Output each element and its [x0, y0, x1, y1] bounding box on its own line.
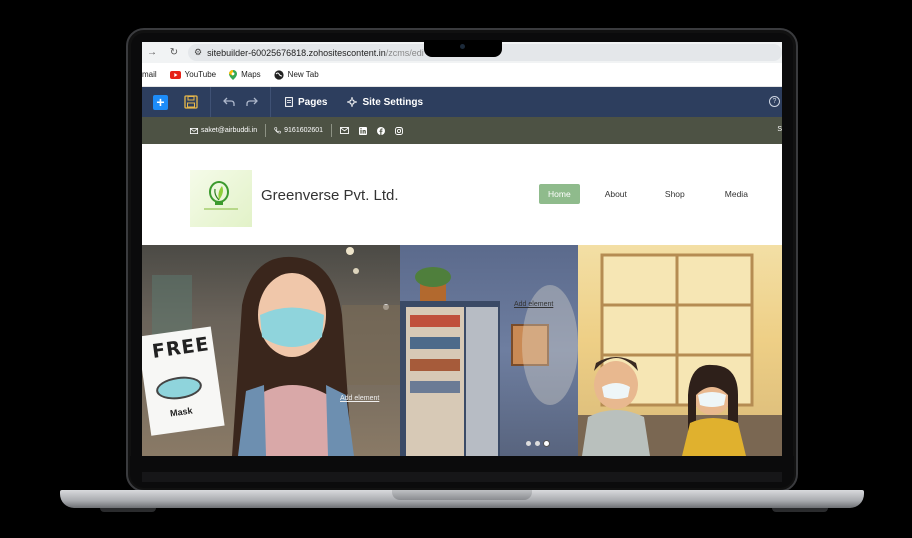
maps-icon — [229, 69, 238, 80]
bookmark-label: New Tab — [287, 70, 319, 79]
contact-phone[interactable]: 9161602601 — [274, 127, 323, 134]
nav-about[interactable]: About — [596, 184, 636, 204]
hero-slideshow[interactable]: FREE Mask Add element Add element — [142, 245, 782, 456]
linkedin-icon[interactable] — [359, 126, 368, 135]
bookmarks-bar: mail YouTube Maps New Tab — [142, 63, 782, 87]
globe-icon — [274, 69, 284, 80]
youtube-icon — [169, 70, 181, 79]
camera-notch — [424, 40, 502, 57]
bookmark-label: YouTube — [184, 70, 217, 79]
save-icon[interactable] — [184, 95, 198, 109]
facebook-icon[interactable] — [377, 126, 386, 135]
laptop-mockup: → ↻ ⚙ sitebuilder-60025676818.zohositesc… — [0, 0, 912, 538]
nav-truncated[interactable]: T — [775, 184, 782, 204]
bookmark-mail[interactable]: mail — [142, 70, 157, 79]
page-icon — [285, 97, 293, 107]
add-element-link[interactable]: Add element — [514, 301, 553, 308]
undo-icon[interactable] — [223, 97, 235, 107]
bookmark-label: mail — [142, 70, 157, 79]
reload-icon[interactable]: ↻ — [168, 47, 180, 58]
site-header: Greenverse Pvt. Ltd. Home About Shop Med… — [142, 144, 782, 245]
nav-media[interactable]: Media — [716, 184, 757, 204]
company-name[interactable]: Greenverse Pvt. Ltd. — [261, 187, 399, 204]
site-settings-menu[interactable]: Site Settings — [347, 97, 423, 108]
pages-menu[interactable]: Pages — [285, 97, 327, 108]
add-element-button[interactable]: + — [153, 94, 168, 110]
social-links — [340, 126, 413, 135]
nav-home[interactable]: Home — [539, 184, 580, 204]
hero-image-room: Add element — [400, 245, 578, 456]
laptop-foot-left — [100, 508, 156, 512]
laptop-foot-right — [772, 508, 828, 512]
toolbar-separator — [210, 87, 211, 117]
sneezing-people-illustration — [578, 253, 782, 456]
email-text: saket@airbuddi.in — [201, 127, 258, 134]
laptop-base-notch — [392, 490, 532, 500]
mail-icon[interactable] — [340, 127, 350, 134]
hero-image-sneezing-people — [578, 245, 782, 456]
bookmark-maps[interactable]: Maps — [229, 69, 261, 80]
site-settings-label: Site Settings — [362, 96, 424, 108]
screen: → ↻ ⚙ sitebuilder-60025676818.zohositesc… — [142, 42, 782, 456]
bookmark-label: Maps — [241, 70, 261, 79]
mail-icon — [190, 127, 198, 134]
help-icon[interactable]: ? — [769, 96, 780, 107]
slide-indicators — [526, 441, 553, 446]
slide-dot-1[interactable] — [526, 441, 531, 446]
site-nav: Home About Shop Media T — [539, 184, 782, 204]
url-host: sitebuilder-60025676818.zohositescontent… — [207, 47, 386, 58]
bookmark-new-tab[interactable]: New Tab — [274, 69, 319, 80]
topbar-cutoff-text: S — [777, 126, 782, 133]
url-text: sitebuilder-60025676818.zohositescontent… — [207, 48, 424, 58]
bookmark-youtube[interactable]: YouTube — [169, 70, 217, 79]
add-element-link[interactable]: Add element — [340, 395, 379, 402]
instagram-icon[interactable] — [395, 126, 404, 135]
gear-icon — [347, 97, 358, 107]
divider — [331, 124, 333, 137]
slide-dot-3[interactable] — [544, 441, 549, 446]
contact-email[interactable]: saket@airbuddi.in — [190, 127, 257, 134]
phone-icon — [274, 127, 281, 134]
bulb-leaf-logo-icon — [204, 181, 238, 210]
site-contact-bar: saket@airbuddi.in 9161602601 S — [142, 117, 782, 144]
redo-icon[interactable] — [246, 97, 258, 107]
phone-text: 9161602601 — [284, 127, 324, 134]
hero-image-mask-woman: FREE Mask — [142, 245, 400, 456]
company-logo[interactable] — [190, 170, 252, 227]
nav-shop[interactable]: Shop — [656, 184, 694, 204]
bezel-strip — [142, 472, 782, 482]
forward-icon[interactable]: → — [146, 47, 158, 58]
room-shelf-illustration — [400, 267, 578, 456]
editor-toolbar: + Pages Site Settings ? — [142, 87, 782, 117]
slide-dot-2[interactable] — [535, 441, 540, 446]
divider — [265, 124, 267, 137]
toolbar-separator — [270, 87, 271, 117]
site-info-icon[interactable]: ⚙ — [194, 47, 202, 58]
url-path: /zcms/edi — [385, 47, 424, 58]
pages-label: Pages — [298, 96, 328, 108]
